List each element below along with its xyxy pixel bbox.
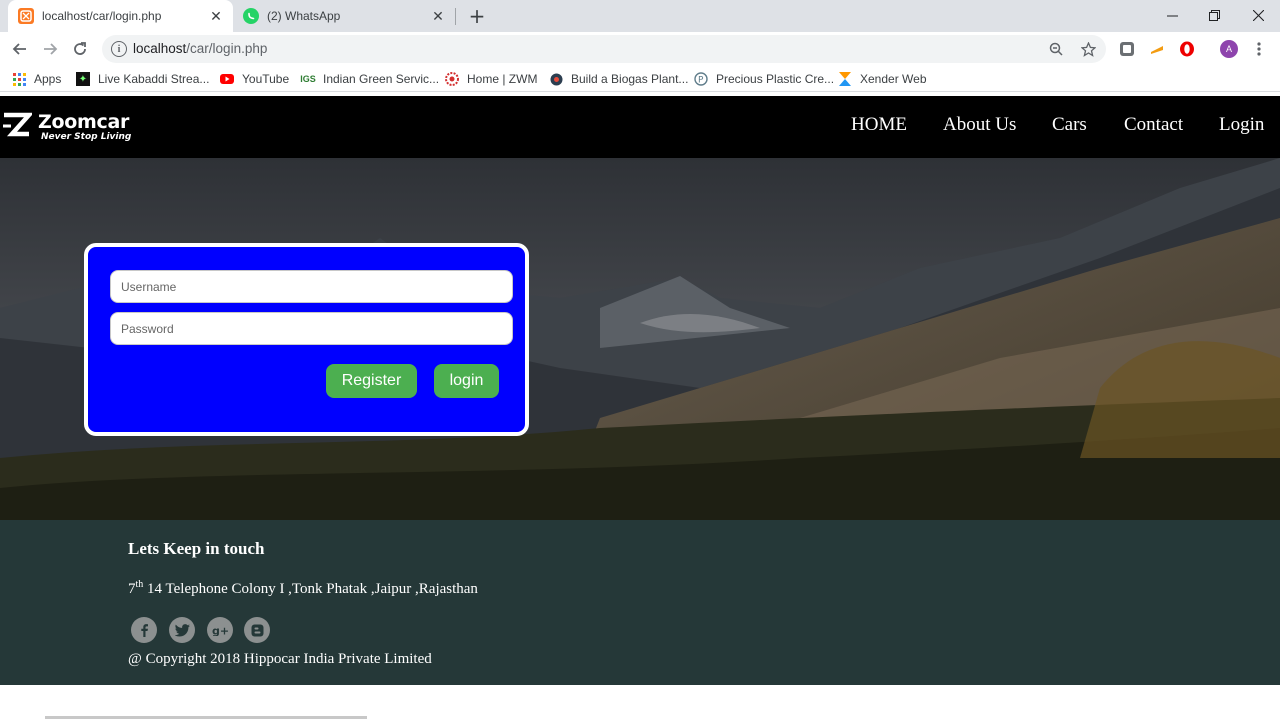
opera-icon[interactable] [1178,40,1196,58]
apps-grid-icon [12,72,26,86]
footer-copyright: @ Copyright 2018 Hippocar India Private … [128,651,432,667]
site-footer: Lets Keep in touch 7th 14 Telephone Colo… [0,520,1280,685]
zoomcar-z-logo-icon [3,112,32,137]
google-plus-icon[interactable]: g+ [207,617,233,643]
new-tab-icon[interactable]: + [466,4,488,28]
bookmark-apps[interactable]: Apps [12,70,61,88]
bookmark-youtube[interactable]: YouTube [220,70,289,88]
url-path: /car/login.php [186,41,268,56]
password-placeholder: Password [121,321,174,336]
biogas-icon [549,72,563,86]
address-bar[interactable]: i localhost/car/login.php [102,35,1106,63]
kabaddi-icon: ✦ [76,72,90,86]
password-input[interactable]: Password [110,312,513,345]
bookmark-xender[interactable]: Xender Web [838,70,927,88]
igs-icon: IGS [300,74,316,84]
bookmarks-bar: Apps ✦ Live Kabaddi Strea... YouTube IGS… [0,66,1280,92]
nav-cars[interactable]: Cars [1052,114,1087,136]
address-number: 7 [128,581,136,597]
tab-divider [455,8,456,25]
address-text: 14 Telephone Colony I ,Tonk Phatak ,Jaip… [143,581,478,597]
bookmark-indian-green[interactable]: IGS Indian Green Servic... [300,70,440,88]
bookmark-label: Home | ZWM [467,72,538,86]
forward-arrow-icon[interactable] [38,37,62,61]
footer-heading: Lets Keep in touch [128,539,265,558]
browser-toolbar: i localhost/car/login.php A [0,32,1280,66]
youtube-icon [220,72,234,86]
bookmark-star-icon[interactable] [1080,41,1096,57]
restore-icon[interactable] [1192,0,1237,30]
bookmark-label: Precious Plastic Cre... [716,72,835,86]
bookmark-precious-plastic[interactable]: P Precious Plastic Cre... [694,70,834,88]
menu-dots-icon[interactable] [1250,40,1268,58]
extension-orange-icon[interactable] [1148,40,1166,58]
blogger-icon[interactable] [244,617,270,643]
zwm-icon [445,72,459,86]
nav-home[interactable]: HOME [851,114,907,136]
site-header: Zoomcar Never Stop Living HOME About Us … [0,96,1280,158]
tab-localhost[interactable]: localhost/car/login.php ✕ [8,0,233,32]
bookmark-label: Indian Green Servic... [323,72,440,86]
tab-whatsapp[interactable]: (2) WhatsApp ✕ [233,0,455,32]
close-window-icon[interactable] [1236,0,1280,30]
facebook-icon[interactable] [131,617,157,643]
nav-about-us[interactable]: About Us [943,114,1016,136]
register-button[interactable]: Register [326,364,417,398]
xampp-icon [18,8,34,24]
svg-text:P: P [698,76,704,86]
back-arrow-icon[interactable] [8,37,32,61]
minimize-icon[interactable] [1150,0,1195,30]
footer-address: 7th 14 Telephone Colony I ,Tonk Phatak ,… [128,579,478,598]
nav-login[interactable]: Login [1219,114,1264,136]
username-placeholder: Username [121,279,177,294]
url-text[interactable]: localhost/car/login.php [133,41,267,56]
page-bottom [0,685,1280,719]
bookmark-label: Xender Web [860,72,927,86]
precious-plastic-icon: P [694,72,708,86]
bookmark-live-kabaddi[interactable]: ✦ Live Kabaddi Strea... [76,70,209,88]
url-host: localhost [133,41,187,56]
close-tab-icon[interactable]: ✕ [429,7,447,25]
svg-text:g+: g+ [212,625,228,637]
brand-name: Zoomcar [38,111,130,133]
bookmark-label: Live Kabaddi Strea... [98,72,210,86]
bookmark-label: YouTube [242,72,290,86]
bookmark-label: Build a Biogas Plant... [571,72,689,86]
site-info-icon[interactable]: i [111,41,127,57]
brand-tagline: Never Stop Living [41,132,132,142]
username-input[interactable]: Username [110,270,513,303]
profile-avatar[interactable]: A [1220,40,1238,58]
login-button[interactable]: login [434,364,499,398]
nav-contact[interactable]: Contact [1124,114,1183,136]
reload-icon[interactable] [68,37,92,61]
profile-initial: A [1220,40,1238,58]
site-logo[interactable]: Zoomcar Never Stop Living [2,112,131,142]
zoom-icon[interactable] [1048,41,1064,57]
bookmark-label: Apps [34,72,62,86]
tab-title: localhost/car/login.php [42,9,162,23]
xender-icon [838,72,852,86]
login-form: Username Password Register login [84,243,529,436]
bookmark-biogas[interactable]: Build a Biogas Plant... [549,70,688,88]
close-tab-icon[interactable]: ✕ [207,7,225,25]
twitter-icon[interactable] [169,617,195,643]
browser-tab-strip: localhost/car/login.php ✕ (2) WhatsApp ✕… [0,0,1280,32]
tab-title: (2) WhatsApp [267,9,341,23]
whatsapp-icon [243,8,259,24]
bookmark-zwm[interactable]: Home | ZWM [445,70,537,88]
extension-icon[interactable] [1118,40,1136,58]
